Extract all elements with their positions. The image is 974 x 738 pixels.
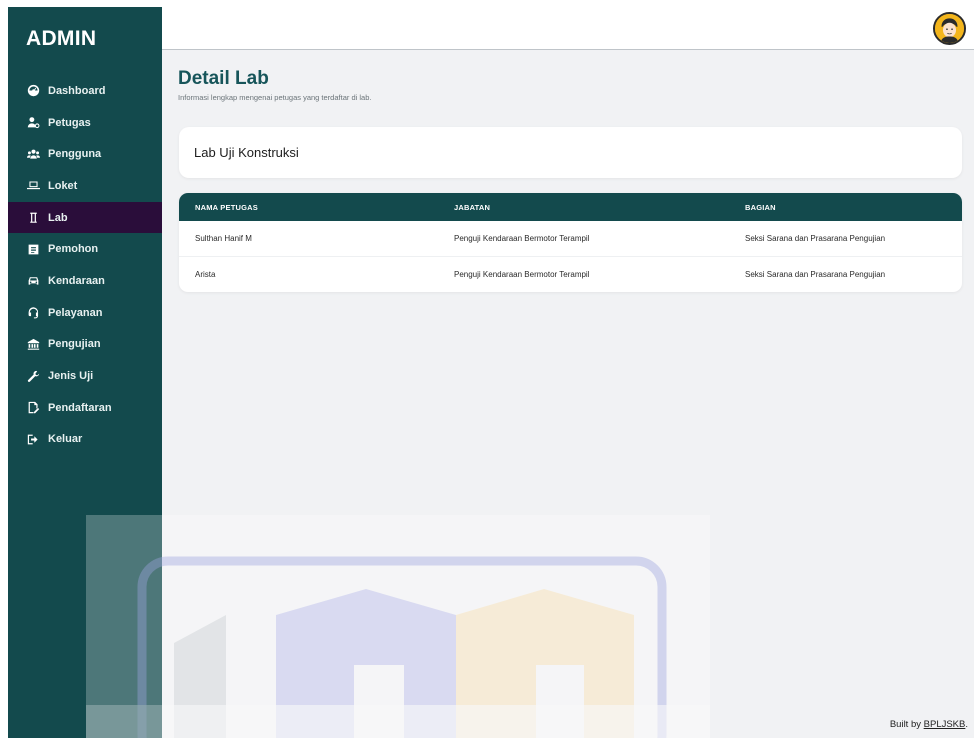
headset-icon — [26, 306, 40, 320]
sidebar-item-loket[interactable]: Loket — [8, 170, 162, 202]
sidebar-item-label: Pelayanan — [48, 306, 103, 319]
building-icon — [26, 337, 40, 351]
sidebar-item-petugas[interactable]: Petugas — [8, 107, 162, 139]
app-frame: ADMIN Dashboard Petugas Pengguna Loket L… — [8, 7, 974, 738]
signature-icon — [26, 401, 40, 415]
sidebar-item-keluar[interactable]: Keluar — [8, 424, 162, 456]
sidebar-item-dashboard[interactable]: Dashboard — [8, 75, 162, 107]
top-bar — [162, 7, 974, 50]
sidebar-item-jenis-uji[interactable]: Jenis Uji — [8, 360, 162, 392]
sidebar-nav: Dashboard Petugas Pengguna Loket Lab Pem… — [8, 75, 162, 455]
cell-nama-petugas: Arista — [195, 269, 216, 279]
sidebar-item-pendaftaran[interactable]: Pendaftaran — [8, 392, 162, 424]
sidebar-item-pengujian[interactable]: Pengujian — [8, 329, 162, 361]
sidebar-item-kendaraan[interactable]: Kendaraan — [8, 265, 162, 297]
sidebar-item-pelayanan[interactable]: Pelayanan — [8, 297, 162, 329]
cell-jabatan: Penguji Kendaraan Bermotor Terampil — [454, 269, 590, 279]
column-header-nama-petugas: NAMA PETUGAS — [195, 202, 258, 212]
brand-title: ADMIN — [26, 27, 97, 50]
user-tie-icon — [26, 116, 40, 130]
table-row: Arista Penguji Kendaraan Bermotor Teramp… — [179, 257, 962, 293]
flask-icon — [26, 211, 40, 225]
sidebar-item-label: Pendaftaran — [48, 401, 112, 414]
sidebar-item-label: Pengujian — [48, 338, 101, 351]
cell-jabatan: Penguji Kendaraan Bermotor Terampil — [454, 233, 590, 243]
sidebar-item-lab[interactable]: Lab — [8, 201, 162, 234]
sidebar: ADMIN Dashboard Petugas Pengguna Loket L… — [8, 7, 162, 738]
cell-bagian: Seksi Sarana dan Prasarana Pengujian — [745, 233, 886, 243]
column-header-jabatan: JABATAN — [454, 202, 491, 212]
lab-name-card: Lab Uji Konstruksi — [179, 127, 962, 178]
table-header: NAMA PETUGAS JABATAN BAGIAN — [179, 193, 962, 221]
sidebar-item-label: Pemohon — [48, 243, 99, 256]
table-row: Sulthan Hanif M Penguji Kendaraan Bermot… — [179, 221, 962, 257]
cell-nama-petugas: Sulthan Hanif M — [195, 233, 252, 243]
footer-prefix: Built by — [889, 719, 924, 730]
avatar[interactable] — [933, 12, 966, 45]
sidebar-item-label: Lab — [48, 211, 68, 224]
logout-icon — [26, 432, 40, 446]
wrench-icon — [26, 369, 40, 383]
page-subtitle: Informasi lengkap mengenai petugas yang … — [178, 93, 372, 102]
sidebar-item-label: Kendaraan — [48, 274, 105, 287]
sidebar-item-label: Jenis Uji — [48, 370, 94, 383]
footer: Built by BPLJSKB. — [890, 719, 968, 730]
users-icon — [26, 147, 40, 161]
sidebar-item-label: Keluar — [48, 433, 83, 446]
car-icon — [26, 274, 40, 288]
id-card-icon — [26, 242, 40, 256]
sidebar-item-label: Dashboard — [48, 84, 106, 97]
main-content: Detail Lab Informasi lengkap mengenai pe… — [162, 7, 974, 738]
sidebar-item-label: Petugas — [48, 116, 91, 129]
sidebar-item-label: Pengguna — [48, 148, 102, 161]
staff-table: NAMA PETUGAS JABATAN BAGIAN Sulthan Hani… — [179, 193, 962, 292]
footer-link-bpljskb[interactable]: BPLJSKB — [924, 719, 966, 730]
lab-name: Lab Uji Konstruksi — [194, 145, 299, 160]
sidebar-item-pemohon[interactable]: Pemohon — [8, 233, 162, 265]
avatar-face-icon — [935, 14, 964, 43]
sidebar-item-label: Loket — [48, 179, 78, 192]
laptop-icon — [26, 179, 40, 193]
cell-bagian: Seksi Sarana dan Prasarana Pengujian — [745, 269, 886, 279]
dashboard-icon — [26, 84, 40, 98]
page-title: Detail Lab — [178, 68, 269, 89]
column-header-bagian: BAGIAN — [745, 202, 776, 212]
footer-suffix: . — [965, 719, 968, 730]
sidebar-item-pengguna[interactable]: Pengguna — [8, 138, 162, 170]
